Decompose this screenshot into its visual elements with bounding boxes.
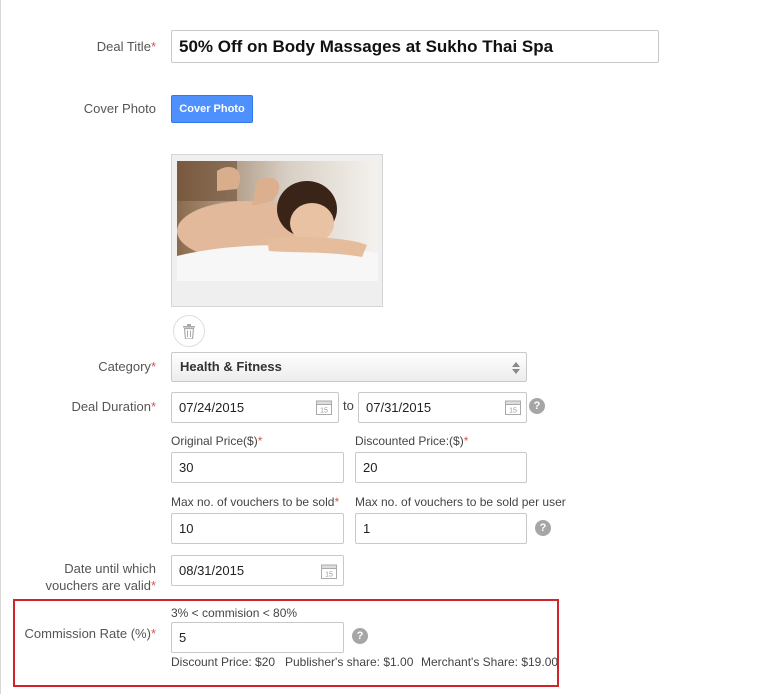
svg-text:15: 15 bbox=[325, 572, 333, 579]
page-left-border bbox=[0, 0, 1, 694]
cover-photo-label: Cover Photo bbox=[83, 101, 156, 116]
calendar-icon[interactable]: 15 bbox=[505, 399, 521, 415]
deal-start-date-input[interactable] bbox=[171, 392, 339, 423]
category-selected-value: Health & Fitness bbox=[180, 359, 282, 374]
valid-until-label: Date until which vouchers are valid* bbox=[45, 561, 156, 593]
deal-duration-help-icon[interactable]: ? bbox=[529, 398, 545, 414]
original-price-input[interactable] bbox=[171, 452, 344, 483]
trash-icon bbox=[183, 323, 195, 339]
deal-title-label: Deal Title* bbox=[96, 39, 156, 54]
category-select[interactable]: Health & Fitness bbox=[171, 352, 527, 382]
svg-text:15: 15 bbox=[509, 408, 517, 415]
commission-help-icon[interactable]: ? bbox=[352, 628, 368, 644]
deal-end-date-input[interactable] bbox=[358, 392, 527, 423]
max-vouchers-input[interactable] bbox=[171, 513, 344, 544]
discounted-price-label: Discounted Price:($)* bbox=[355, 434, 469, 448]
commission-rate-label: Commission Rate (%)* bbox=[24, 626, 156, 641]
merchant-share-text: Merchant's Share: $19.00 bbox=[421, 655, 559, 669]
svg-text:15: 15 bbox=[320, 408, 328, 415]
commission-rate-input[interactable] bbox=[171, 622, 344, 653]
max-per-user-help-icon[interactable]: ? bbox=[535, 520, 551, 536]
deal-title-input[interactable] bbox=[171, 30, 659, 63]
deal-duration-label: Deal Duration* bbox=[71, 399, 156, 414]
calendar-icon[interactable]: 15 bbox=[316, 399, 332, 415]
discount-price-text: Discount Price: $20 bbox=[171, 655, 276, 669]
discounted-price-input[interactable] bbox=[355, 452, 527, 483]
delete-photo-button[interactable] bbox=[173, 315, 205, 347]
calendar-icon[interactable]: 15 bbox=[321, 563, 337, 579]
max-vouchers-label: Max no. of vouchers to be sold* bbox=[171, 495, 340, 509]
commission-hint: 3% < commision < 80% bbox=[171, 606, 298, 620]
cover-photo-image bbox=[177, 161, 378, 281]
original-price-label: Original Price($)* bbox=[171, 434, 263, 448]
max-per-user-input[interactable] bbox=[355, 513, 527, 544]
date-range-separator: to bbox=[343, 398, 354, 413]
valid-until-date-input[interactable] bbox=[171, 555, 344, 586]
cover-photo-button[interactable]: Cover Photo bbox=[171, 95, 253, 123]
publisher-share-text: Publisher's share: $1.00 bbox=[285, 655, 414, 669]
category-label: Category* bbox=[98, 359, 156, 374]
select-arrows-icon bbox=[512, 362, 520, 374]
cover-photo-preview bbox=[171, 154, 383, 307]
max-per-user-label: Max no. of vouchers to be sold per user bbox=[355, 495, 566, 509]
